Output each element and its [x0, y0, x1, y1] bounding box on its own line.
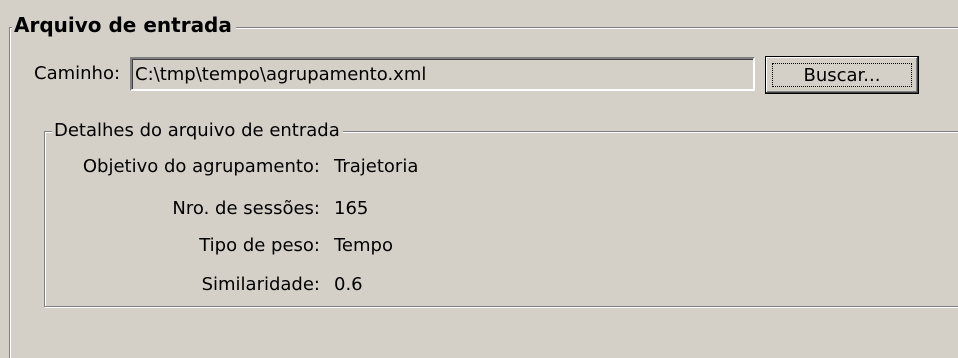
weight-type-value: Tempo: [334, 235, 393, 256]
sessions-count-label: Nro. de sessões:: [172, 198, 320, 219]
browse-button-label: Buscar...: [772, 63, 912, 87]
input-file-group-title: Arquivo de entrada: [12, 12, 236, 38]
path-label: Caminho:: [34, 63, 121, 84]
objective-value: Trajetoria: [334, 156, 419, 177]
weight-type-label: Tipo de peso:: [199, 235, 320, 256]
sessions-count-value: 165: [334, 198, 369, 219]
path-input[interactable]: [130, 57, 755, 91]
similarity-label: Similaridade:: [201, 274, 320, 295]
browse-button[interactable]: Buscar...: [765, 56, 919, 94]
objective-label: Objetivo do agrupamento:: [82, 156, 320, 177]
similarity-value: 0.6: [334, 274, 363, 295]
details-group-title: Detalhes do arquivo de entrada: [52, 118, 343, 144]
